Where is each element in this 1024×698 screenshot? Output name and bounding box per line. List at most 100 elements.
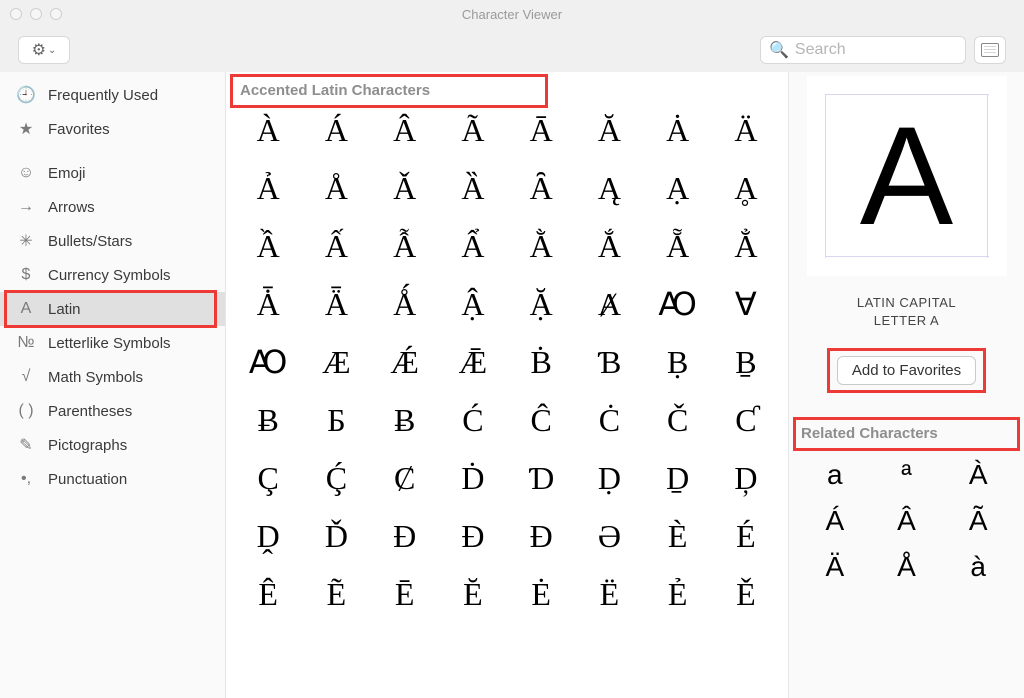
character-cell[interactable]: Ã — [441, 114, 505, 146]
zoom-window-button[interactable] — [50, 8, 62, 20]
character-cell[interactable]: À — [236, 114, 300, 146]
character-cell[interactable]: Ꜵ — [646, 288, 710, 320]
character-cell[interactable]: Ẩ — [441, 230, 505, 262]
character-cell[interactable]: Ḍ — [577, 462, 641, 494]
related-character-cell[interactable]: à — [942, 551, 1014, 583]
character-cell[interactable]: Ǟ — [304, 288, 368, 320]
character-cell[interactable]: Ā — [509, 114, 573, 146]
character-cell[interactable]: Ⱥ — [577, 288, 641, 320]
character-cell[interactable]: Ḇ — [714, 346, 778, 378]
related-character-cell[interactable]: À — [942, 459, 1014, 491]
character-cell[interactable]: Ð — [441, 520, 505, 552]
character-cell[interactable]: Ǽ — [373, 346, 437, 378]
sidebar-item-emoji[interactable]: ☺Emoji — [0, 156, 225, 190]
sidebar-item-parentheses[interactable]: ( )Parentheses — [0, 394, 225, 428]
character-cell[interactable]: Ặ — [509, 288, 573, 320]
character-cell[interactable]: Ḅ — [646, 346, 710, 378]
character-cell[interactable]: É — [714, 520, 778, 552]
character-cell[interactable]: Ầ — [236, 230, 300, 262]
related-character-cell[interactable]: Â — [871, 505, 943, 537]
character-cell[interactable]: Ă — [577, 114, 641, 146]
character-cell[interactable]: Ą — [577, 172, 641, 204]
character-cell[interactable]: Ć — [441, 404, 505, 436]
character-cell[interactable]: Ꜵ — [236, 346, 300, 378]
character-cell[interactable]: Ɓ — [577, 346, 641, 378]
sidebar-item-letterlike-symbols[interactable]: №Letterlike Symbols — [0, 326, 225, 360]
character-cell[interactable]: Á — [304, 114, 368, 146]
character-cell[interactable]: Ƃ — [304, 404, 368, 436]
character-cell[interactable]: Ě — [714, 578, 778, 610]
minimize-window-button[interactable] — [30, 8, 42, 20]
character-cell[interactable]: Ḑ — [714, 462, 778, 494]
related-character-cell[interactable]: Å — [871, 551, 943, 583]
character-cell[interactable]: Ė — [509, 578, 573, 610]
character-cell[interactable]: Ȧ — [646, 114, 710, 146]
character-cell[interactable]: Ċ — [577, 404, 641, 436]
character-cell[interactable]: Ḁ — [714, 172, 778, 204]
related-character-cell[interactable]: Ä — [799, 551, 871, 583]
sidebar-item-pictographs[interactable]: ✎Pictographs — [0, 428, 225, 462]
character-cell[interactable]: Ɐ — [714, 288, 778, 320]
close-window-button[interactable] — [10, 8, 22, 20]
character-cell[interactable]: Ə — [577, 520, 641, 552]
character-cell[interactable]: Ắ — [577, 230, 641, 262]
character-cell[interactable]: Ạ — [646, 172, 710, 204]
sidebar-item-frequently-used[interactable]: 🕘Frequently Used — [0, 78, 225, 112]
character-cell[interactable]: Ë — [577, 578, 641, 610]
character-cell[interactable]: Ƈ — [714, 404, 778, 436]
sidebar-item-arrows[interactable]: →Arrows — [0, 190, 225, 224]
sidebar-item-currency-symbols[interactable]: $Currency Symbols — [0, 258, 225, 292]
character-cell[interactable]: Ẻ — [646, 578, 710, 610]
character-cell[interactable]: Đ — [373, 520, 437, 552]
keyboard-viewer-button[interactable] — [974, 36, 1006, 64]
character-cell[interactable]: Ȃ — [509, 172, 573, 204]
character-cell[interactable]: Ḋ — [441, 462, 505, 494]
character-cell[interactable]: Ē — [373, 578, 437, 610]
related-character-cell[interactable]: Á — [799, 505, 871, 537]
character-cell[interactable]: Ằ — [509, 230, 573, 262]
character-cell[interactable]: Ĉ — [509, 404, 573, 436]
character-cell[interactable]: Ƀ — [236, 404, 300, 436]
related-character-cell[interactable]: Ã — [942, 505, 1014, 537]
character-cell[interactable]: Ȁ — [441, 172, 505, 204]
character-cell[interactable]: Ɖ — [509, 520, 573, 552]
character-cell[interactable]: Ǻ — [373, 288, 437, 320]
character-cell[interactable]: Ĕ — [441, 578, 505, 610]
character-cell[interactable]: Ẽ — [304, 578, 368, 610]
character-cell[interactable]: Ẳ — [714, 230, 778, 262]
character-cell[interactable]: Ḉ — [304, 462, 368, 494]
gear-icon: ⚙︎ — [32, 40, 46, 60]
character-cell[interactable]: Č — [646, 404, 710, 436]
character-cell[interactable]: Ẫ — [373, 230, 437, 262]
character-cell[interactable]: È — [646, 520, 710, 552]
character-cell[interactable]: Ď — [304, 520, 368, 552]
character-cell[interactable]: Ḏ — [646, 462, 710, 494]
character-cell[interactable]: Ẵ — [646, 230, 710, 262]
character-cell[interactable]: Ȼ — [373, 462, 437, 494]
character-cell[interactable]: Ḓ — [236, 520, 300, 552]
sidebar-item-bullets-stars[interactable]: ✳︎Bullets/Stars — [0, 224, 225, 258]
character-cell[interactable]: Ê — [236, 578, 300, 610]
character-cell[interactable]: Ä — [714, 114, 778, 146]
character-cell[interactable]: Ǡ — [236, 288, 300, 320]
character-cell[interactable]: Ǣ — [441, 346, 505, 378]
sidebar-item-favorites[interactable]: ★Favorites — [0, 112, 225, 146]
character-cell[interactable]: Ả — [236, 172, 300, 204]
character-cell[interactable]: Ấ — [304, 230, 368, 262]
character-cell[interactable]: Ɗ — [509, 462, 573, 494]
sidebar-item-math-symbols[interactable]: √Math Symbols — [0, 360, 225, 394]
sidebar-item-latin[interactable]: ALatin — [0, 292, 225, 326]
character-cell[interactable]: Ǎ — [373, 172, 437, 204]
settings-menu-button[interactable]: ⚙︎ ⌄ — [18, 36, 70, 64]
sidebar-item-punctuation[interactable]: •,Punctuation — [0, 462, 225, 496]
related-character-cell[interactable]: ª — [871, 459, 943, 491]
search-field[interactable]: 🔍 Search — [760, 36, 966, 64]
character-cell[interactable]: Å — [304, 172, 368, 204]
character-cell[interactable]: Ç — [236, 462, 300, 494]
character-cell[interactable]: Ƀ — [373, 404, 437, 436]
character-cell[interactable]: Æ — [304, 346, 368, 378]
character-cell[interactable]: Ḃ — [509, 346, 573, 378]
character-cell[interactable]: Ậ — [441, 288, 505, 320]
character-cell[interactable]: Â — [373, 114, 437, 146]
related-character-cell[interactable]: a — [799, 459, 871, 491]
